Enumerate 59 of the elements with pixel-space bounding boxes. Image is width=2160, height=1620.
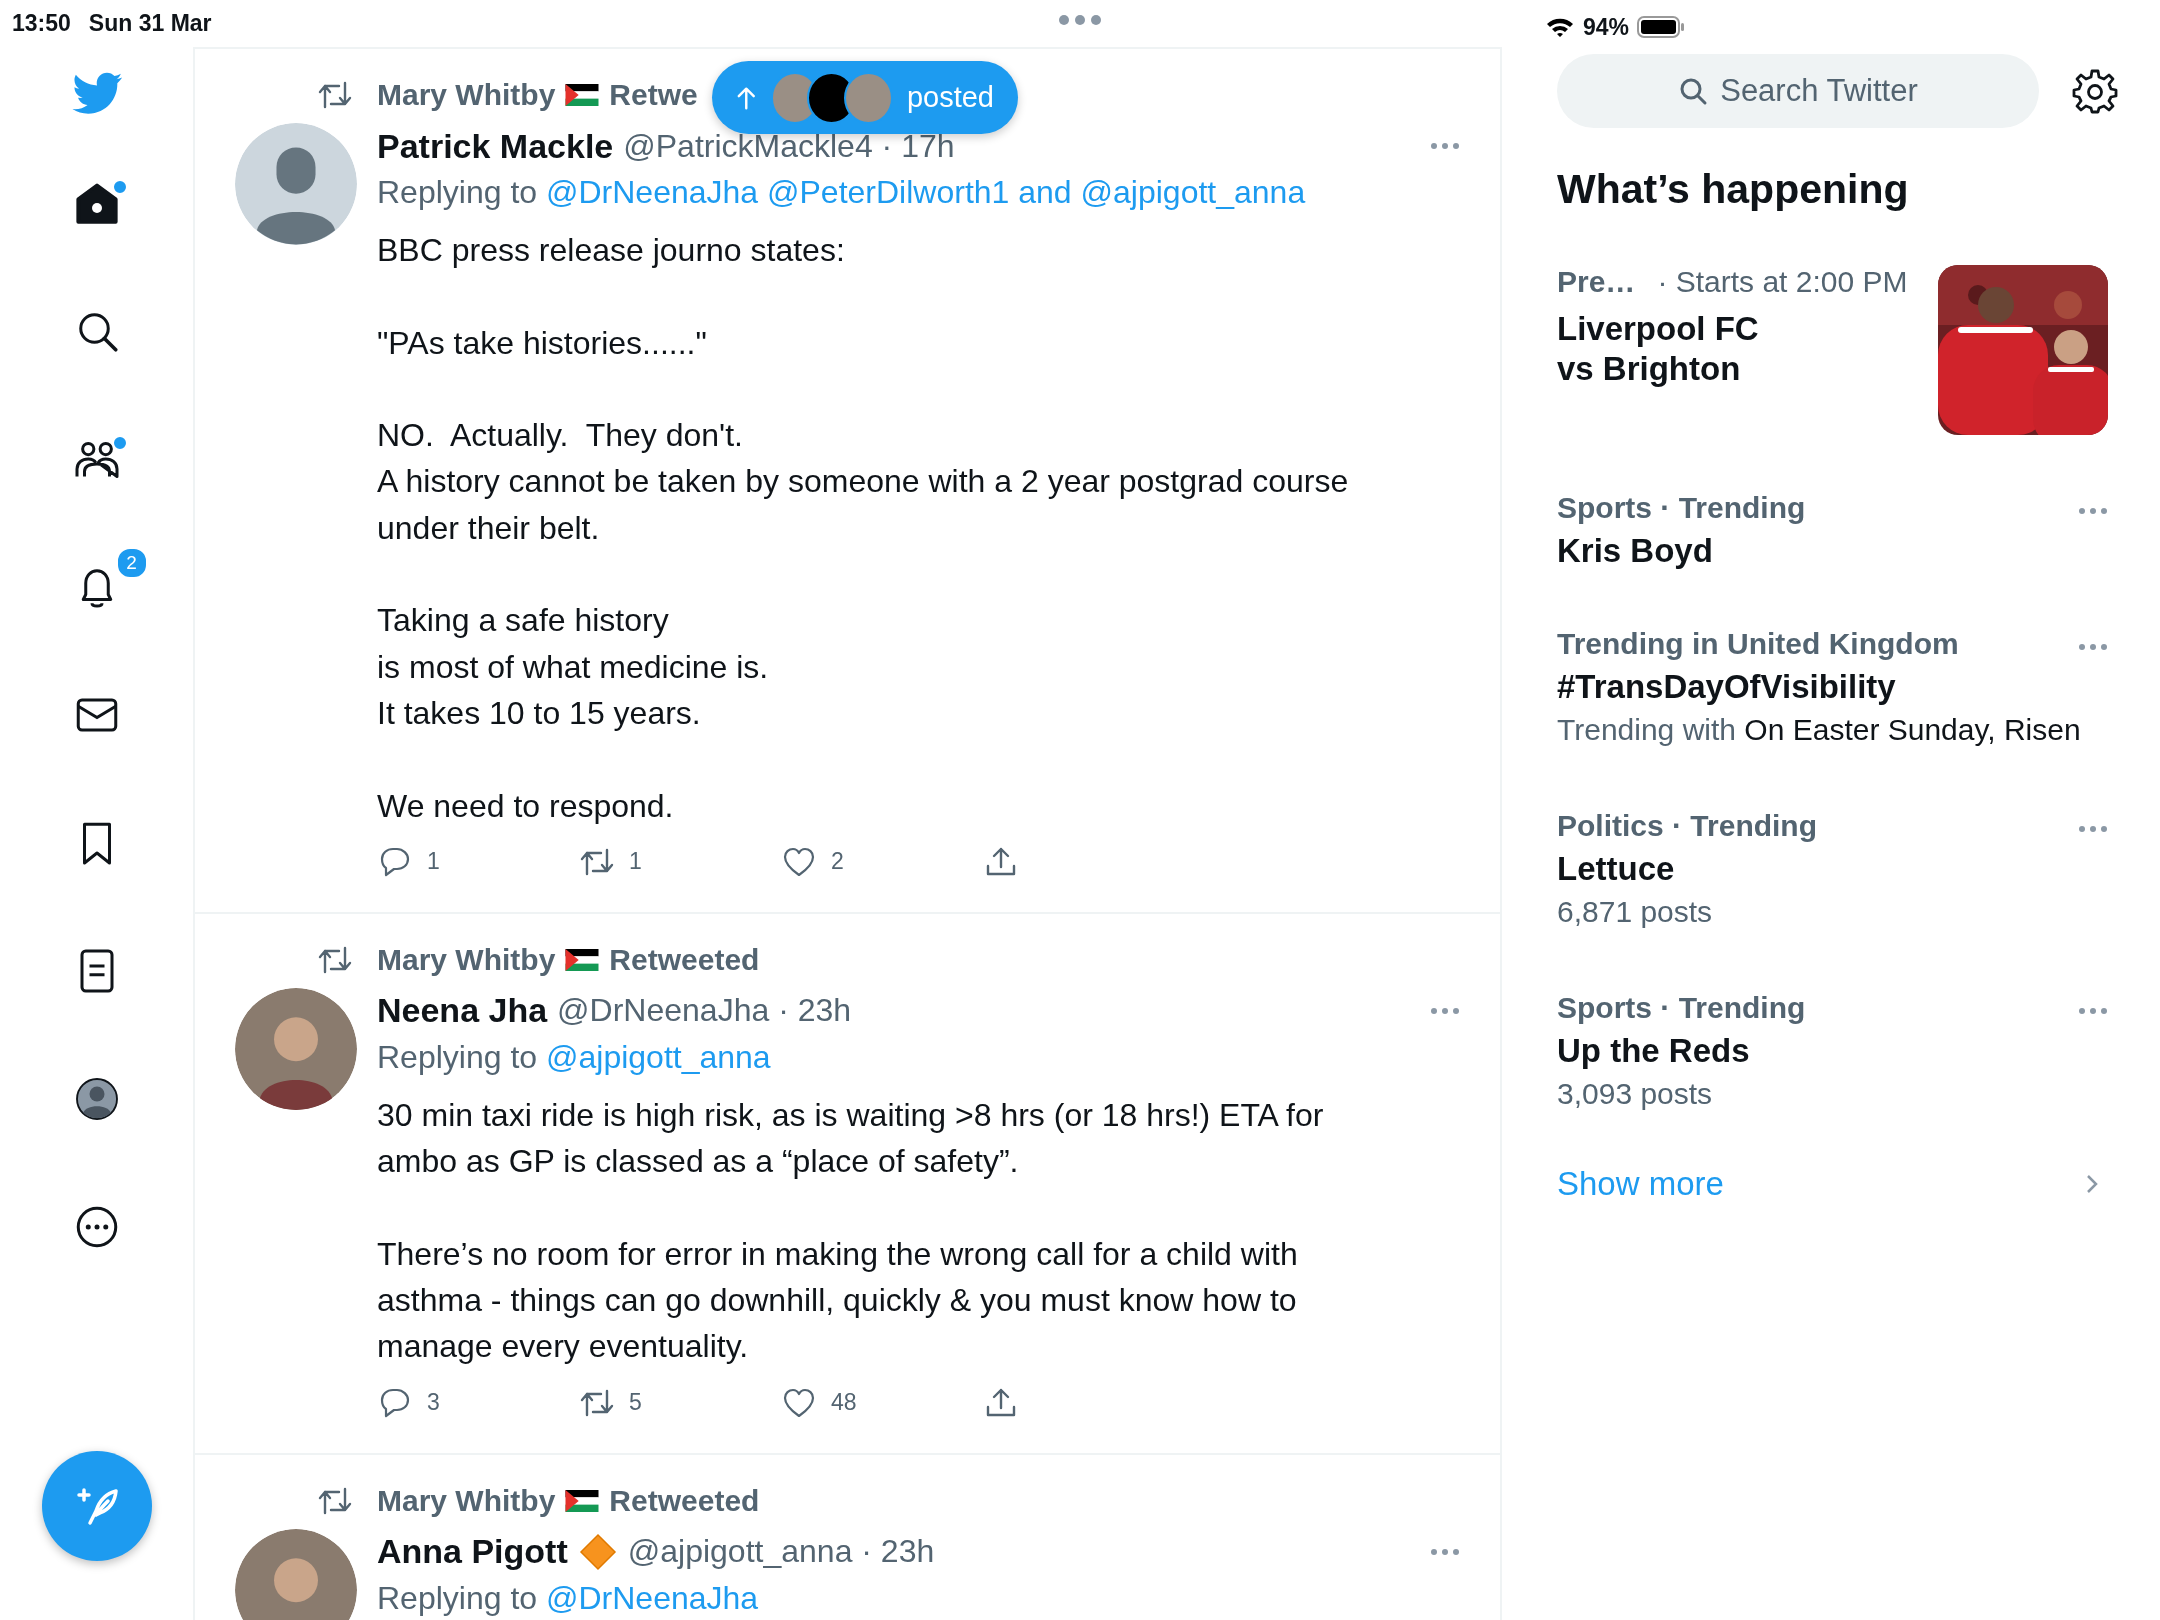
tweet-text: 30 min taxi ride is high risk, as is waiting >8 hrs (or 18 hrs!) ETA for ambo as GP is classed as a “place of safety”. (377, 1095, 1325, 1182)
retweeter-name[interactable]: Mary Whitby (377, 942, 556, 977)
avatar[interactable] (235, 987, 357, 1110)
trend-category: Trending in United Kingdom (1557, 626, 1959, 662)
trend-title[interactable]: Kris Boyd (1557, 531, 2108, 571)
up-arrow-icon (736, 84, 757, 111)
trend-category: Sports · Trending (1557, 490, 1806, 526)
notification-badge: 2 (115, 547, 148, 579)
retweeter-name[interactable]: Mary Whitby (377, 78, 556, 112)
author-handle: @ajpigott_anna · 23h (627, 1533, 935, 1571)
retweet-label: Retweeted (609, 1483, 760, 1518)
author-name[interactable]: Anna Pigott (377, 1532, 568, 1572)
section-heading: What’s happening (1557, 165, 1910, 214)
flag-icon (565, 948, 600, 971)
trend-category: Politics · Trending (1557, 808, 1818, 844)
tweet-text: NO. Actually. They don't. A history cannot be taken by someone with a 2 year postgrad course under their belt. (377, 416, 1350, 548)
author-name[interactable]: Patrick Mackle (377, 126, 614, 166)
reply-button[interactable]: 1 (377, 843, 579, 880)
tweet-text: BBC press release journo states: (377, 231, 846, 270)
trend-category: Pre… (1557, 264, 1636, 300)
author-name[interactable]: Neena Jha (377, 991, 548, 1031)
multitask-icon[interactable] (1058, 14, 1102, 26)
flag-icon (565, 84, 600, 106)
post-count: 3,093 posts (1557, 1076, 1714, 1112)
avatar[interactable] (235, 123, 357, 245)
retweet-button[interactable]: 1 (579, 843, 781, 880)
date: Sun 31 Mar (88, 10, 212, 37)
like-button[interactable]: 48 (781, 1384, 983, 1421)
retweeter-name[interactable]: Mary Whitby (377, 1483, 556, 1518)
battery-icon (1637, 15, 1686, 39)
clock: 13:50 (12, 10, 71, 37)
trend-context: Trending with On Easter Sunday, Risen (1557, 712, 2082, 748)
trend-title[interactable]: Up the Reds (1557, 1031, 2108, 1071)
flag-icon (565, 1489, 600, 1512)
reply-button[interactable]: 3 (377, 1384, 579, 1421)
trend-title[interactable]: Liverpool FC vs Brighton (1557, 309, 1787, 389)
reply-context: Replying to @DrNeenaJha (377, 1578, 760, 1618)
reply-context: Replying to @ajpigott_anna (377, 1037, 772, 1077)
search-icon (1678, 76, 1709, 106)
tweet-text: Taking a safe history is most of what medicine is. It takes 10 to 15 years. (377, 601, 770, 733)
compose-button[interactable] (41, 1451, 152, 1561)
search-field[interactable]: Search Twitter (1557, 54, 2039, 128)
battery-percentage: 94% (1583, 13, 1630, 41)
like-button[interactable]: 2 (781, 843, 983, 880)
avatar[interactable] (235, 1528, 357, 1620)
trend-title[interactable]: #TransDayOfVisibility (1557, 667, 2108, 707)
trend-title[interactable]: Lettuce (1557, 849, 2108, 889)
trend-category: Sports · Trending (1557, 990, 1806, 1026)
tweet-text: We need to respond. (377, 786, 675, 826)
author-handle: @DrNeenaJha · 23h (557, 992, 852, 1030)
retweet-label: Retweeted (609, 942, 760, 977)
tweet-text: There’s no room for error in making the wrong call for a child with asthma - things can go downhill, quickly & you must know how to manage every eventuality. (377, 1234, 1299, 1367)
tweet-text: "PAs take histories......" (377, 323, 708, 363)
reply-context: Replying to @DrNeenaJha @PeterDilworth1 and @ajpigott_anna (377, 173, 1307, 212)
retweet-button[interactable]: 5 (579, 1384, 781, 1421)
settings-icon[interactable] (2072, 68, 2118, 114)
trend-time: · Starts at 2:00 PM (1657, 264, 1908, 300)
post-count: 6,871 posts (1557, 894, 1714, 930)
retweet-label: Retwe (609, 78, 698, 112)
